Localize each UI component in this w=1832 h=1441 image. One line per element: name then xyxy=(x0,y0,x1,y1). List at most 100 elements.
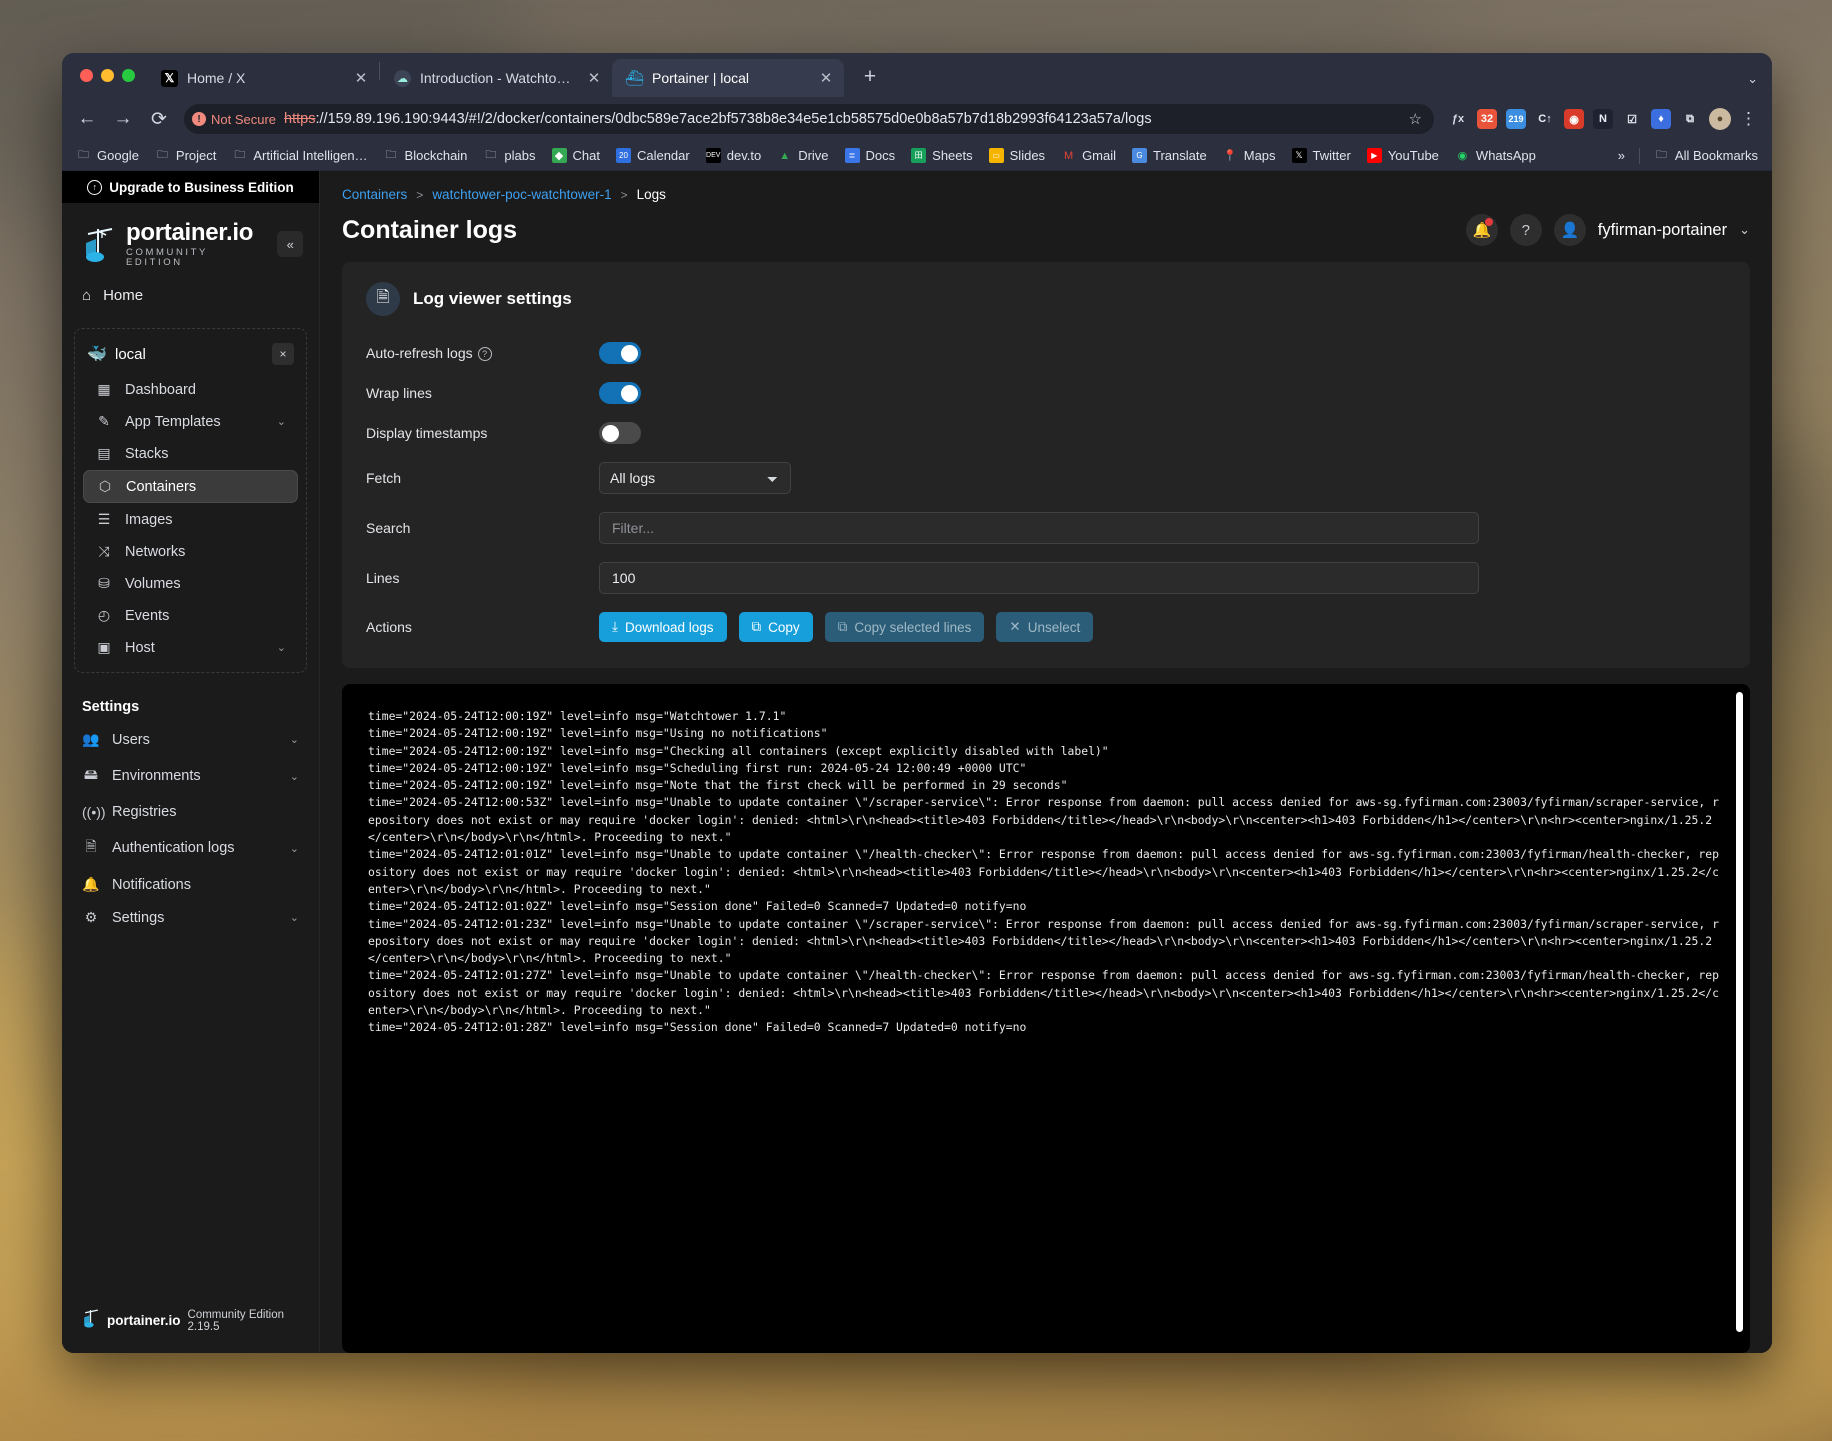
browser-tab-watchtower[interactable]: ☁ Introduction - Watchtower ✕ xyxy=(380,59,612,97)
blue-extension-icon[interactable]: ♦ xyxy=(1651,109,1671,129)
sidebar-item-authentication-logs[interactable]: 🗎 Authentication logs ⌄ xyxy=(70,829,311,867)
breadcrumb-container-name[interactable]: watchtower-poc-watchtower-1 xyxy=(432,187,611,202)
notion-extension-icon[interactable]: N xyxy=(1593,109,1613,129)
sidebar-item-host[interactable]: ▣ Host ⌄ xyxy=(83,632,298,663)
bookmark-plabs[interactable]: 🗀 plabs xyxy=(483,148,535,163)
bookmark-google[interactable]: 🗀 Google xyxy=(76,148,139,163)
sidebar-item-environments[interactable]: 🖴 Environments ⌄ xyxy=(70,757,311,795)
sidebar-item-networks[interactable]: ⤨ Networks xyxy=(83,536,298,567)
sidebar-item-notifications[interactable]: 🔔 Notifications xyxy=(70,869,311,900)
bookmark-project[interactable]: 🗀 Project xyxy=(155,148,216,163)
window-controls[interactable] xyxy=(72,53,147,97)
download-logs-button[interactable]: ⤓ Download logs xyxy=(599,612,727,642)
bookmark-whatsapp[interactable]: ◉ WhatsApp xyxy=(1455,148,1536,163)
reload-button[interactable]: ⟳ xyxy=(148,108,170,131)
bookmark-youtube[interactable]: ▶ YouTube xyxy=(1366,148,1439,163)
bookmark-slides[interactable]: ▭ Slides xyxy=(988,148,1045,163)
copy-selected-lines-button[interactable]: ⧉ Copy selected lines xyxy=(824,612,985,642)
bell-icon[interactable]: 🔔 xyxy=(1465,214,1498,246)
chevron-down-icon[interactable]: ⌄ xyxy=(290,842,299,855)
sidebar-item-settings[interactable]: ⚙ Settings ⌄ xyxy=(70,902,311,933)
bookmark-calendar[interactable]: 20 Calendar xyxy=(615,148,690,163)
bookmark-translate[interactable]: G Translate xyxy=(1132,148,1207,163)
sidebar-item-app-templates[interactable]: ✎ App Templates ⌄ xyxy=(83,406,298,437)
help-icon[interactable]: ? xyxy=(1509,214,1542,246)
fx-extension-icon[interactable]: ƒx xyxy=(1448,109,1468,129)
browser-tab-home-x[interactable]: 𝕏 Home / X ✕ xyxy=(147,59,379,97)
close-window-button[interactable] xyxy=(80,68,93,82)
bookmark-gmail[interactable]: M Gmail xyxy=(1061,148,1116,163)
upgrade-banner[interactable]: ↑ Upgrade to Business Edition xyxy=(62,171,319,203)
close-tab-icon[interactable]: ✕ xyxy=(818,71,834,86)
chevron-down-icon[interactable]: ⌄ xyxy=(277,641,286,654)
profile-avatar[interactable]: ● xyxy=(1709,108,1731,130)
bookmark-artificial-intelligence[interactable]: 🗀 Artificial Intelligen… xyxy=(232,148,367,163)
bookmark-twitter[interactable]: 𝕏 Twitter xyxy=(1291,148,1351,163)
search-input[interactable] xyxy=(599,512,1479,544)
back-button[interactable]: ← xyxy=(76,108,98,130)
chevron-down-icon[interactable]: ⌄ xyxy=(290,911,299,924)
chevron-down-icon[interactable]: ⌄ xyxy=(290,733,299,746)
counter-32-extension-icon[interactable]: 32 xyxy=(1477,109,1497,129)
sidebar-logo[interactable]: portainer.io COMMUNITY EDITION « xyxy=(62,203,319,277)
bookmark-chat[interactable]: ◆ Chat xyxy=(551,148,600,163)
all-bookmarks-button[interactable]: 🗀 All Bookmarks xyxy=(1654,148,1758,163)
collapse-sidebar-button[interactable]: « xyxy=(277,231,303,257)
new-tab-button[interactable]: + xyxy=(856,65,884,89)
maximize-window-button[interactable] xyxy=(122,68,135,82)
display-timestamps-toggle[interactable] xyxy=(599,422,641,444)
sidebar-item-events[interactable]: ◴ Events xyxy=(83,600,298,631)
chevron-down-icon[interactable]: ⌄ xyxy=(1739,222,1750,238)
sidebar-item-images[interactable]: ☰ Images xyxy=(83,504,298,535)
fetch-select[interactable]: All logs xyxy=(599,462,791,494)
sidebar-item-containers[interactable]: ⬡ Containers xyxy=(83,470,298,503)
bookmarks-overflow-button[interactable]: » xyxy=(1618,148,1625,163)
bookmark-blockchain[interactable]: 🗀 Blockchain xyxy=(384,148,468,163)
chevron-down-icon[interactable]: ⌄ xyxy=(277,415,286,428)
wrap-lines-toggle[interactable] xyxy=(599,382,641,404)
minimize-window-button[interactable] xyxy=(101,68,114,82)
log-output-panel[interactable]: time="2024-05-24T12:00:19Z" level=info m… xyxy=(342,684,1750,1353)
sidebar-item-dashboard[interactable]: ▦ Dashboard xyxy=(83,374,298,405)
close-tab-icon[interactable]: ✕ xyxy=(353,71,369,86)
bookmark-devto[interactable]: DEV dev.to xyxy=(705,148,761,163)
checkbox-extension-icon[interactable]: ☑ xyxy=(1622,109,1642,129)
bookmark-maps[interactable]: 📍 Maps xyxy=(1223,148,1275,163)
copy-button[interactable]: ⧉ Copy xyxy=(738,612,813,642)
auto-refresh-toggle[interactable] xyxy=(599,342,641,364)
username-label[interactable]: fyfirman-portainer xyxy=(1598,221,1727,240)
user-icon[interactable]: 👤 xyxy=(1553,214,1586,246)
sidebar-item-stacks[interactable]: ▤ Stacks xyxy=(83,438,298,469)
bookmark-sheets[interactable]: 田 Sheets xyxy=(911,148,973,163)
chrome-menu-button[interactable]: ⋮ xyxy=(1740,109,1758,129)
sidebar-item-registries[interactable]: ((•)) Registries xyxy=(70,797,311,827)
red-extension-icon[interactable]: ◉ xyxy=(1564,109,1584,129)
counter-219-extension-icon[interactable]: 219 xyxy=(1506,109,1526,129)
sidebar-item-label: App Templates xyxy=(125,413,221,430)
unselect-button[interactable]: ✕ Unselect xyxy=(996,612,1094,642)
question-icon[interactable]: ? xyxy=(477,347,492,361)
breadcrumb-containers[interactable]: Containers xyxy=(342,187,407,202)
sidebar-item-users[interactable]: 👥 Users ⌄ xyxy=(70,724,311,755)
all-bookmarks-label: All Bookmarks xyxy=(1674,148,1758,163)
sidebar-item-volumes[interactable]: ⛁ Volumes xyxy=(83,568,298,599)
forward-button[interactable]: → xyxy=(112,108,134,130)
bookmark-drive[interactable]: ▲ Drive xyxy=(777,148,828,163)
bookmark-docs[interactable]: ≣ Docs xyxy=(844,148,895,163)
bookmark-star-icon[interactable]: ☆ xyxy=(1409,110,1422,128)
puzzle-extension-icon[interactable]: ⧉ xyxy=(1680,109,1700,129)
close-tab-icon[interactable]: ✕ xyxy=(586,71,602,86)
chevron-down-icon[interactable]: ⌄ xyxy=(290,770,299,783)
sidebar-item-home[interactable]: ⌂ Home xyxy=(62,277,319,314)
environment-header[interactable]: 🐳 local × xyxy=(75,335,306,373)
close-environment-icon[interactable]: × xyxy=(272,343,294,365)
not-secure-badge[interactable]: ! Not Secure xyxy=(192,112,276,127)
footer-version: Community Edition 2.19.5 xyxy=(187,1308,285,1333)
tab-list-chevron-icon[interactable]: ⌄ xyxy=(1747,71,1758,87)
browser-tab-portainer[interactable]: ⛴ Portainer | local ✕ xyxy=(612,59,844,97)
lines-input[interactable] xyxy=(599,562,1479,594)
address-bar[interactable]: ! Not Secure https://159.89.196.190:9443… xyxy=(184,104,1434,134)
log-scrollbar[interactable] xyxy=(1736,692,1743,1332)
c-extension-icon[interactable]: C↑ xyxy=(1535,109,1555,129)
portainer-app: ↑ Upgrade to Business Edition portainer. xyxy=(62,171,1772,1353)
